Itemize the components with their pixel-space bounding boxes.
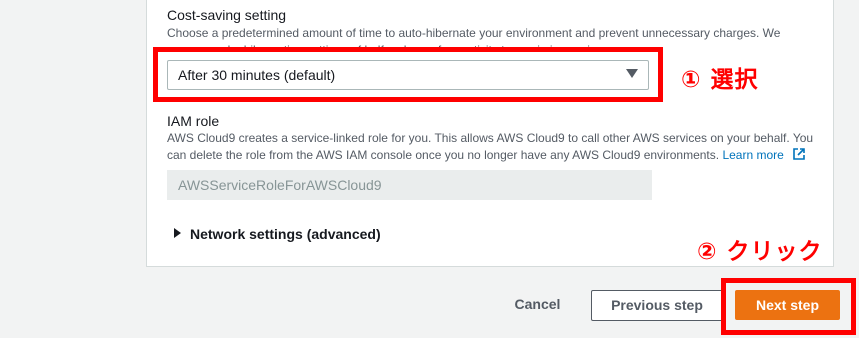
annotation-step2: ② クリック xyxy=(697,239,823,265)
iam-role-label: IAM role xyxy=(167,113,220,129)
cost-saving-label: Cost-saving setting xyxy=(167,7,287,23)
learn-more-link[interactable]: Learn more xyxy=(722,148,783,162)
iam-role-description-line1: AWS Cloud9 creates a service-linked role… xyxy=(167,131,814,145)
iam-role-field: AWSServiceRoleForAWSCloud9 xyxy=(167,170,652,200)
previous-step-button[interactable]: Previous step xyxy=(591,290,723,321)
caret-right-icon xyxy=(174,228,181,239)
next-step-button[interactable]: Next step xyxy=(735,290,840,320)
caret-down-icon xyxy=(626,69,638,78)
annotation-step1: ① 選択 xyxy=(681,67,759,93)
external-link-icon[interactable] xyxy=(793,148,805,160)
iam-role-description-line2-container: can delete the role from the AWS IAM con… xyxy=(167,147,805,164)
cancel-button[interactable]: Cancel xyxy=(500,296,575,316)
cost-saving-select[interactable]: After 30 minutes (default) xyxy=(167,60,649,90)
iam-role-description-line2: can delete the role from the AWS IAM con… xyxy=(167,148,720,162)
iam-role-value: AWSServiceRoleForAWSCloud9 xyxy=(178,177,382,193)
network-settings-label: Network settings (advanced) xyxy=(190,226,381,242)
network-settings-expander[interactable]: Network settings (advanced) xyxy=(174,226,381,242)
cost-saving-selected-value: After 30 minutes (default) xyxy=(178,67,336,83)
